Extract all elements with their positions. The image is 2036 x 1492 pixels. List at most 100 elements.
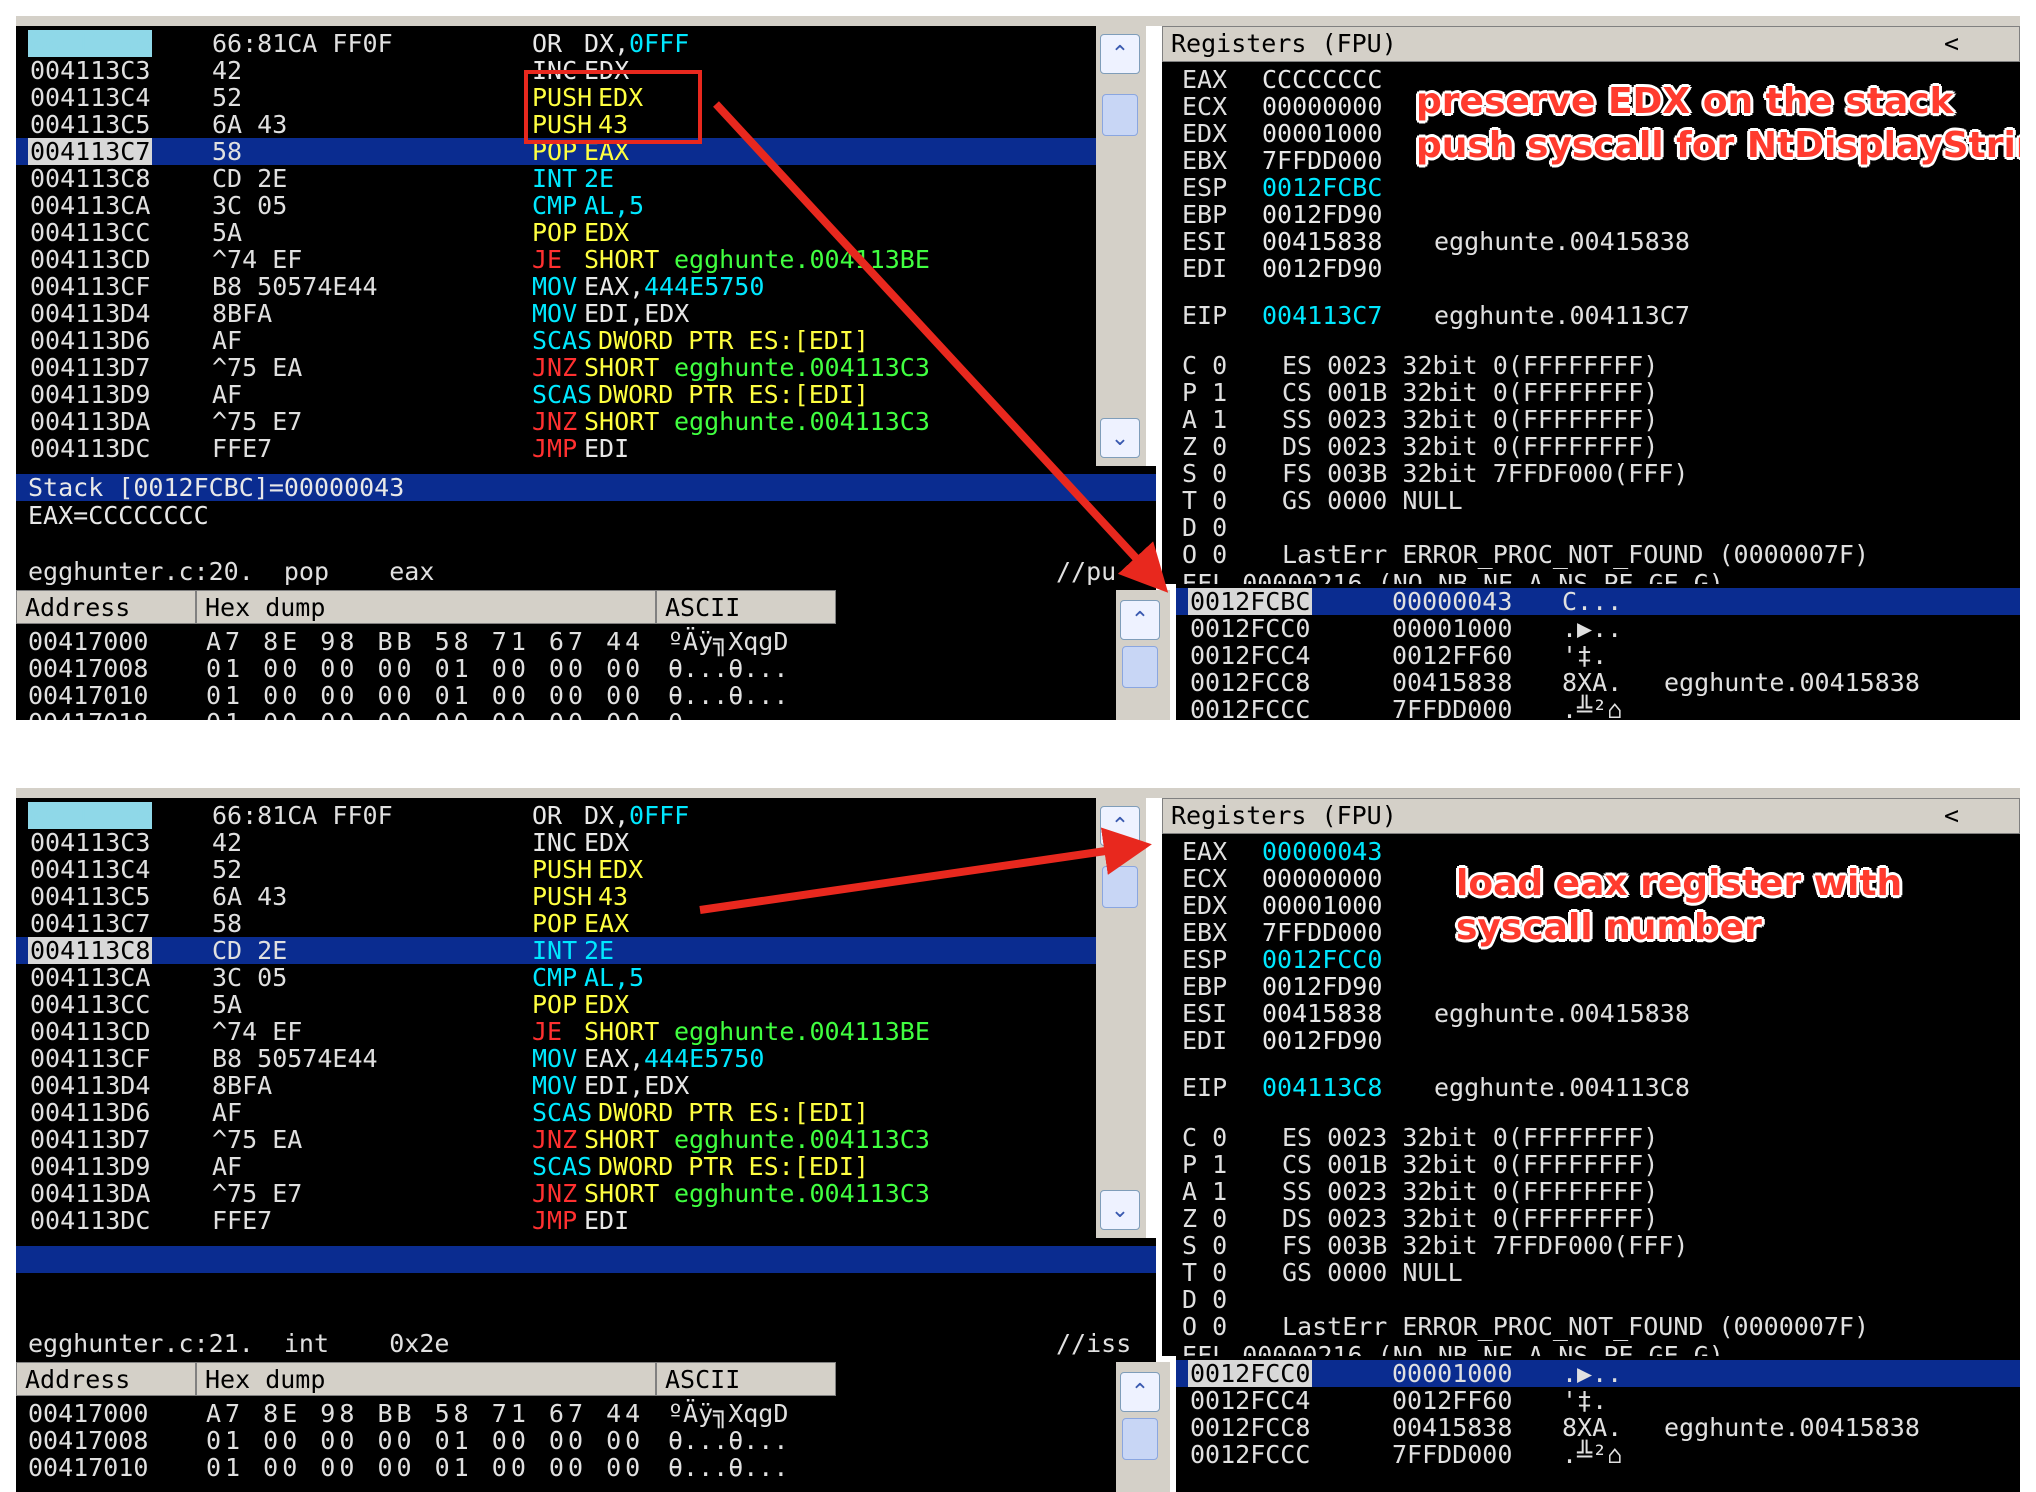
disasm-row[interactable]: 004113D9 AF SCAS DWORD PTR ES:[EDI] bbox=[16, 1153, 1096, 1180]
register-value[interactable]: 00415838 bbox=[1262, 228, 1382, 255]
register-value[interactable]: 00001000 bbox=[1262, 892, 1382, 919]
flag-value[interactable]: Z 0 bbox=[1182, 433, 1227, 460]
dump-header-hex[interactable]: Hex dump bbox=[196, 1362, 656, 1396]
register-value[interactable]: 00000000 bbox=[1262, 93, 1382, 120]
flag-row[interactable]: C 0 ES 0023 32bit 0(FFFFFFFF) bbox=[1162, 1124, 2020, 1151]
dump-row[interactable]: 00417010 01 00 00 00 01 00 00 00 θ...θ... bbox=[16, 682, 1116, 709]
register-value[interactable]: 0012FCC0 bbox=[1262, 946, 1382, 973]
register-value[interactable]: 00415838 bbox=[1262, 1000, 1382, 1027]
stack-value[interactable]: 0012FF60 bbox=[1392, 1387, 1512, 1414]
disasm-row[interactable]: 004113CF B8 50574E44 MOV EAX, 444E5750 bbox=[16, 1045, 1096, 1072]
eip-row[interactable]: EIP 004113C8 egghunte.004113C8 bbox=[1162, 1074, 2020, 1101]
register-row[interactable]: ESP 0012FCBC bbox=[1162, 174, 2020, 201]
disasm-row[interactable]: 004113CC 5A POP EDX bbox=[16, 991, 1096, 1018]
scroll-up-button[interactable]: ⌃ bbox=[1100, 806, 1140, 846]
stack-pane[interactable]: 0012FCBC 00000043 C... 0012FCC0 00001000 .▶..… bbox=[1176, 584, 2020, 720]
flag-row[interactable]: Z 0 DS 0023 32bit 0(FFFFFFFF) bbox=[1162, 433, 2020, 460]
stack-row[interactable]: 0012FCC4 0012FF60 '‡. bbox=[1176, 1387, 2020, 1414]
register-value[interactable]: CCCCCCCC bbox=[1262, 66, 1382, 93]
stack-row[interactable]: 0012FCBC 00000043 C... bbox=[1176, 588, 2020, 615]
stack-row[interactable]: 0012FCC8 00415838 8XA. egghunte.00415838 bbox=[1176, 1414, 2020, 1441]
disasm-row[interactable]: 004113C4 52 PUSH EDX bbox=[16, 856, 1096, 883]
dump-row[interactable]: 00417008 01 00 00 00 01 00 00 00 θ...θ... bbox=[16, 655, 1116, 682]
disasm-row[interactable]: 004113D7 ^75 EA JNZ SHORT egghunte.004113C3 bbox=[16, 354, 1096, 381]
disasm-row[interactable]: 004113D4 8BFA MOV EDI,EDX bbox=[16, 1072, 1096, 1099]
register-row[interactable]: EDI 0012FD90 bbox=[1162, 1027, 2020, 1054]
disasm-row[interactable]: 004113C8 CD 2E INT 2E bbox=[16, 937, 1096, 964]
stack-row[interactable]: 0012FCC8 00415838 8XA. egghunte.00415838 bbox=[1176, 669, 2020, 696]
dump-scrollbar[interactable]: ⌃ bbox=[1116, 590, 1170, 720]
flag-value[interactable]: D 0 bbox=[1182, 514, 1227, 541]
flag-value[interactable]: T 0 bbox=[1182, 1259, 1227, 1286]
stack-value[interactable]: 0012FF60 bbox=[1392, 642, 1512, 669]
flag-value[interactable]: O 0 bbox=[1182, 1313, 1227, 1340]
chevron-left-icon[interactable]: < bbox=[1944, 27, 1959, 61]
disasm-row[interactable]: 004113C7 58 POP EAX bbox=[16, 910, 1096, 937]
flag-row[interactable]: P 1 CS 001B 32bit 0(FFFFFFFF) bbox=[1162, 1151, 2020, 1178]
eip-row[interactable]: EIP 004113C7 egghunte.004113C7 bbox=[1162, 302, 2020, 329]
registers-header[interactable]: Registers (FPU) < bbox=[1162, 26, 2020, 62]
register-value[interactable]: 0012FD90 bbox=[1262, 1027, 1382, 1054]
register-row[interactable]: ESI 00415838 egghunte.00415838 bbox=[1162, 228, 2020, 255]
disasm-row[interactable]: 004113D6 AF SCAS DWORD PTR ES:[EDI] bbox=[16, 327, 1096, 354]
dump-row[interactable]: 00417010 01 00 00 00 01 00 00 00 θ...θ... bbox=[16, 1454, 1116, 1481]
hex-dump-pane[interactable]: Address Hex dump ASCII 00417000 A7 8E 98 BB … bbox=[16, 1362, 1116, 1492]
register-value[interactable]: 0012FD90 bbox=[1262, 201, 1382, 228]
chevron-left-icon[interactable]: < bbox=[1944, 799, 1959, 833]
flag-value[interactable]: A 1 bbox=[1182, 1178, 1227, 1205]
disasm-row[interactable]: 004113CC 5A POP EDX bbox=[16, 219, 1096, 246]
flag-value[interactable]: S 0 bbox=[1182, 460, 1227, 487]
flag-value[interactable]: T 0 bbox=[1182, 487, 1227, 514]
disasm-row[interactable]: 004113DC FFE7 JMP EDI bbox=[16, 435, 1096, 462]
stack-value[interactable]: 7FFDD000 bbox=[1392, 1441, 1512, 1468]
dump-row[interactable]: 00417000 A7 8E 98 BB 58 71 67 44 ºÄÿ╗XqgD bbox=[16, 628, 1116, 655]
disasm-row[interactable]: 004113CF B8 50574E44 MOV EAX, 444E5750 bbox=[16, 273, 1096, 300]
dump-header-address[interactable]: Address bbox=[16, 1362, 196, 1396]
dump-header-address[interactable]: Address bbox=[16, 590, 196, 624]
register-value[interactable]: 00000000 bbox=[1262, 865, 1382, 892]
scroll-thumb[interactable] bbox=[1122, 646, 1158, 688]
stack-row[interactable]: 0012FCCC 7FFDD000 .╩²⌂ bbox=[1176, 696, 2020, 720]
flag-value[interactable]: P 1 bbox=[1182, 379, 1227, 406]
scroll-thumb[interactable] bbox=[1102, 94, 1138, 136]
register-value[interactable]: 0012FD90 bbox=[1262, 973, 1382, 1000]
dump-row[interactable]: 00417008 01 00 00 00 01 00 00 00 θ...θ... bbox=[16, 1427, 1116, 1454]
stack-value[interactable]: 00415838 bbox=[1392, 1414, 1512, 1441]
scroll-up-button[interactable]: ⌃ bbox=[1120, 600, 1160, 640]
disasm-row[interactable]: 004113D6 AF SCAS DWORD PTR ES:[EDI] bbox=[16, 1099, 1096, 1126]
register-value[interactable]: 7FFDD000 bbox=[1262, 147, 1382, 174]
disasm-row[interactable]: 004113C3 42 INC EDX bbox=[16, 829, 1096, 856]
disasm-scrollbar[interactable]: ⌃ ⌄ bbox=[1096, 26, 1146, 466]
stack-row[interactable]: 0012FCC4 0012FF60 '‡. bbox=[1176, 642, 2020, 669]
disasm-row[interactable]: 00411300 66:81CA FF0F OR DX, 0FFF bbox=[16, 802, 1096, 829]
flag-value[interactable]: A 1 bbox=[1182, 406, 1227, 433]
stack-row[interactable]: 0012FCCC 7FFDD000 .╩²⌂ bbox=[1176, 1441, 2020, 1468]
scroll-thumb[interactable] bbox=[1102, 866, 1138, 908]
scroll-down-button[interactable]: ⌄ bbox=[1100, 418, 1140, 458]
register-value[interactable]: 00000043 bbox=[1262, 838, 1382, 865]
flag-row[interactable]: T 0 GS 0000 NULL bbox=[1162, 1259, 2020, 1286]
flag-row[interactable]: O 0 LastErr ERROR_PROC_NOT_FOUND (0000007… bbox=[1162, 1313, 2020, 1340]
disasm-row[interactable]: 004113DA ^75 E7 JNZ SHORT egghunte.004113C3 bbox=[16, 408, 1096, 435]
disasm-row[interactable]: 004113D7 ^75 EA JNZ SHORT egghunte.004113C3 bbox=[16, 1126, 1096, 1153]
disasm-row[interactable]: 004113DA ^75 E7 JNZ SHORT egghunte.004113C3 bbox=[16, 1180, 1096, 1207]
register-row[interactable]: ESI 00415838 egghunte.00415838 bbox=[1162, 1000, 2020, 1027]
disasm-scrollbar[interactable]: ⌃ ⌄ bbox=[1096, 798, 1146, 1238]
flag-value[interactable]: C 0 bbox=[1182, 1124, 1227, 1151]
eip-value[interactable]: 004113C8 bbox=[1262, 1074, 1382, 1101]
disasm-row[interactable]: 004113CA 3C 05 CMP AL, 5 bbox=[16, 964, 1096, 991]
register-row[interactable]: EBP 0012FD90 bbox=[1162, 201, 2020, 228]
flag-row[interactable]: S 0 FS 003B 32bit 7FFDF000(FFF) bbox=[1162, 460, 2020, 487]
flag-row[interactable]: A 1 SS 0023 32bit 0(FFFFFFFF) bbox=[1162, 406, 2020, 433]
flag-value[interactable]: P 1 bbox=[1182, 1151, 1227, 1178]
disasm-row[interactable]: 004113C8 CD 2E INT 2E bbox=[16, 165, 1096, 192]
flag-row[interactable]: O 0 LastErr ERROR_PROC_NOT_FOUND (0000007… bbox=[1162, 541, 2020, 568]
flag-row[interactable]: C 0 ES 0023 32bit 0(FFFFFFFF) bbox=[1162, 352, 2020, 379]
disasm-row[interactable]: 004113DC FFE7 JMP EDI bbox=[16, 1207, 1096, 1234]
scroll-up-button[interactable]: ⌃ bbox=[1120, 1372, 1160, 1412]
register-value[interactable]: 7FFDD000 bbox=[1262, 919, 1382, 946]
stack-value[interactable]: 00001000 bbox=[1392, 615, 1512, 642]
disasm-row[interactable]: 004113D4 8BFA MOV EDI,EDX bbox=[16, 300, 1096, 327]
dump-row[interactable]: 00417000 A7 8E 98 BB 58 71 67 44 ºÄÿ╗XqgD bbox=[16, 1400, 1116, 1427]
eip-value[interactable]: 004113C7 bbox=[1262, 302, 1382, 329]
